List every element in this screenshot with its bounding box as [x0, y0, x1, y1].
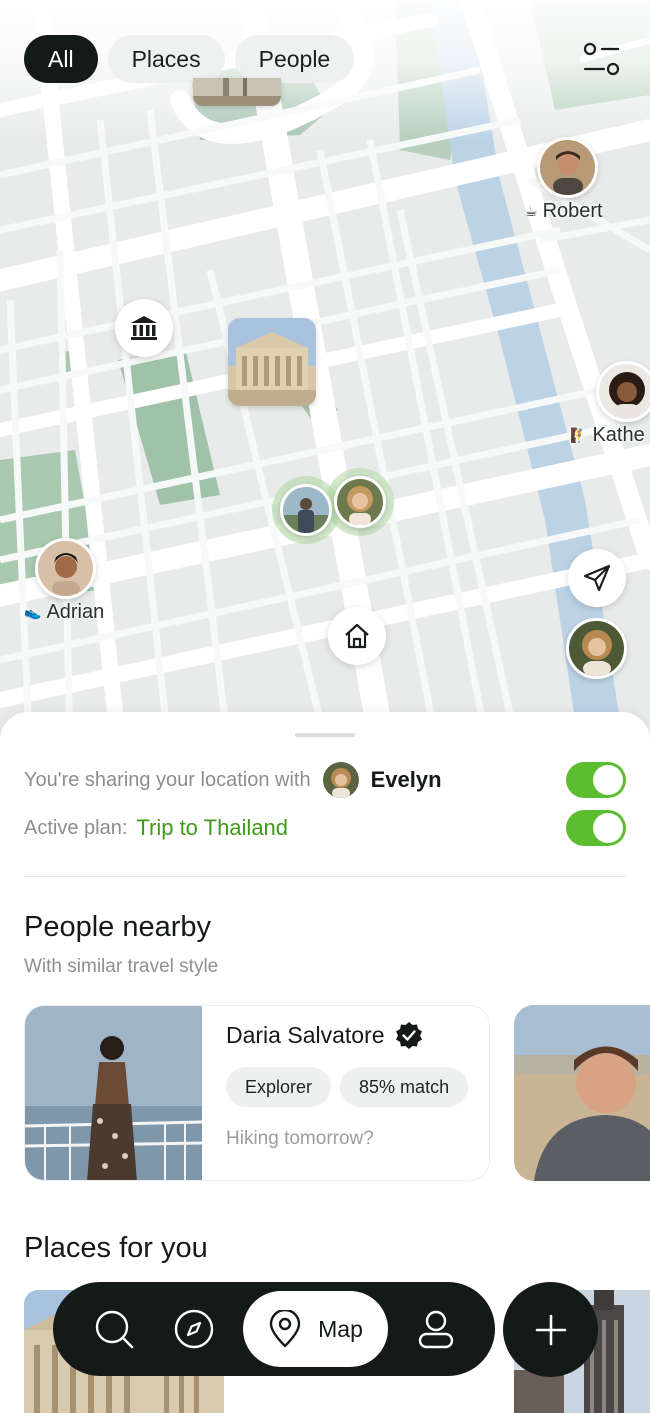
send-icon: [583, 564, 611, 592]
active-plan-link[interactable]: Trip to Thailand: [136, 815, 288, 841]
person-tags: Explorer 85% match: [226, 1067, 469, 1107]
map-view[interactable]: All Places People ☕ Robert 🧗 Kathe 👟 Adr…: [0, 0, 650, 760]
home-icon: [345, 623, 369, 649]
avatar: [322, 762, 359, 798]
place-thumbnail-forest[interactable]: [193, 78, 281, 106]
map-pin-icon: [269, 1310, 301, 1348]
filter-all[interactable]: All: [24, 35, 98, 83]
search-icon[interactable]: [93, 1308, 135, 1350]
map-avatar-hiker[interactable]: [280, 484, 332, 536]
nav-map-button[interactable]: Map: [243, 1291, 388, 1367]
person-card[interactable]: Daria Salvatore Explorer 85% match Hikin…: [24, 1005, 490, 1181]
map-avatar-woman[interactable]: [334, 476, 386, 528]
compass-icon[interactable]: [173, 1308, 215, 1350]
place-thumbnail-museum[interactable]: [228, 318, 316, 406]
person-message: Hiking tomorrow?: [226, 1128, 374, 1149]
filter-chips: All Places People: [24, 35, 355, 83]
map-avatar-robert[interactable]: [537, 137, 598, 198]
plus-icon: [535, 1314, 566, 1345]
people-nearby-subtitle: With similar travel style: [24, 956, 219, 977]
filter-places[interactable]: Places: [107, 35, 225, 83]
people-nearby-title: People nearby: [24, 911, 212, 943]
map-label-kathe: 🧗 Kathe: [570, 424, 645, 446]
profile-icon[interactable]: [415, 1308, 457, 1350]
tag-match: 85% match: [340, 1067, 469, 1107]
add-button[interactable]: [503, 1282, 598, 1377]
tag-travel-style: Explorer: [226, 1067, 332, 1107]
map-avatar-kathe[interactable]: [596, 361, 650, 422]
verified-badge-icon: [395, 1022, 422, 1049]
sheet-drag-handle[interactable]: [295, 733, 355, 737]
location-sharing-toggle[interactable]: [566, 762, 626, 798]
map-label-adrian: 👟 Adrian: [24, 601, 105, 623]
museum-icon: [131, 316, 157, 340]
sharing-label: You're sharing your location with: [24, 768, 311, 791]
filter-people[interactable]: People: [234, 35, 355, 83]
active-plan-row: Active plan: Trip to Thailand: [24, 808, 626, 848]
active-plan-label: Active plan:: [24, 816, 128, 839]
person-photo: [25, 1006, 202, 1180]
map-avatar-evelyn[interactable]: [566, 618, 627, 679]
filter-settings-icon[interactable]: [582, 40, 622, 80]
location-sharing-row: You're sharing your location with Evelyn: [24, 760, 626, 800]
map-label-robert: ☕ Robert: [525, 200, 603, 222]
bottom-nav-bar: Map: [53, 1282, 495, 1376]
active-plan-toggle[interactable]: [566, 810, 626, 846]
nav-map-label: Map: [318, 1315, 363, 1342]
home-pin[interactable]: [328, 607, 386, 665]
map-avatar-adrian[interactable]: [35, 538, 96, 599]
navigate-button[interactable]: [568, 549, 626, 607]
places-for-you-title: Places for you: [24, 1232, 208, 1264]
landmark-pin[interactable]: [115, 299, 173, 357]
person-name: Daria Salvatore: [226, 1021, 423, 1049]
sharing-contact-name: Evelyn: [370, 767, 442, 792]
person-card-next[interactable]: [514, 1005, 650, 1181]
divider: [24, 876, 626, 877]
